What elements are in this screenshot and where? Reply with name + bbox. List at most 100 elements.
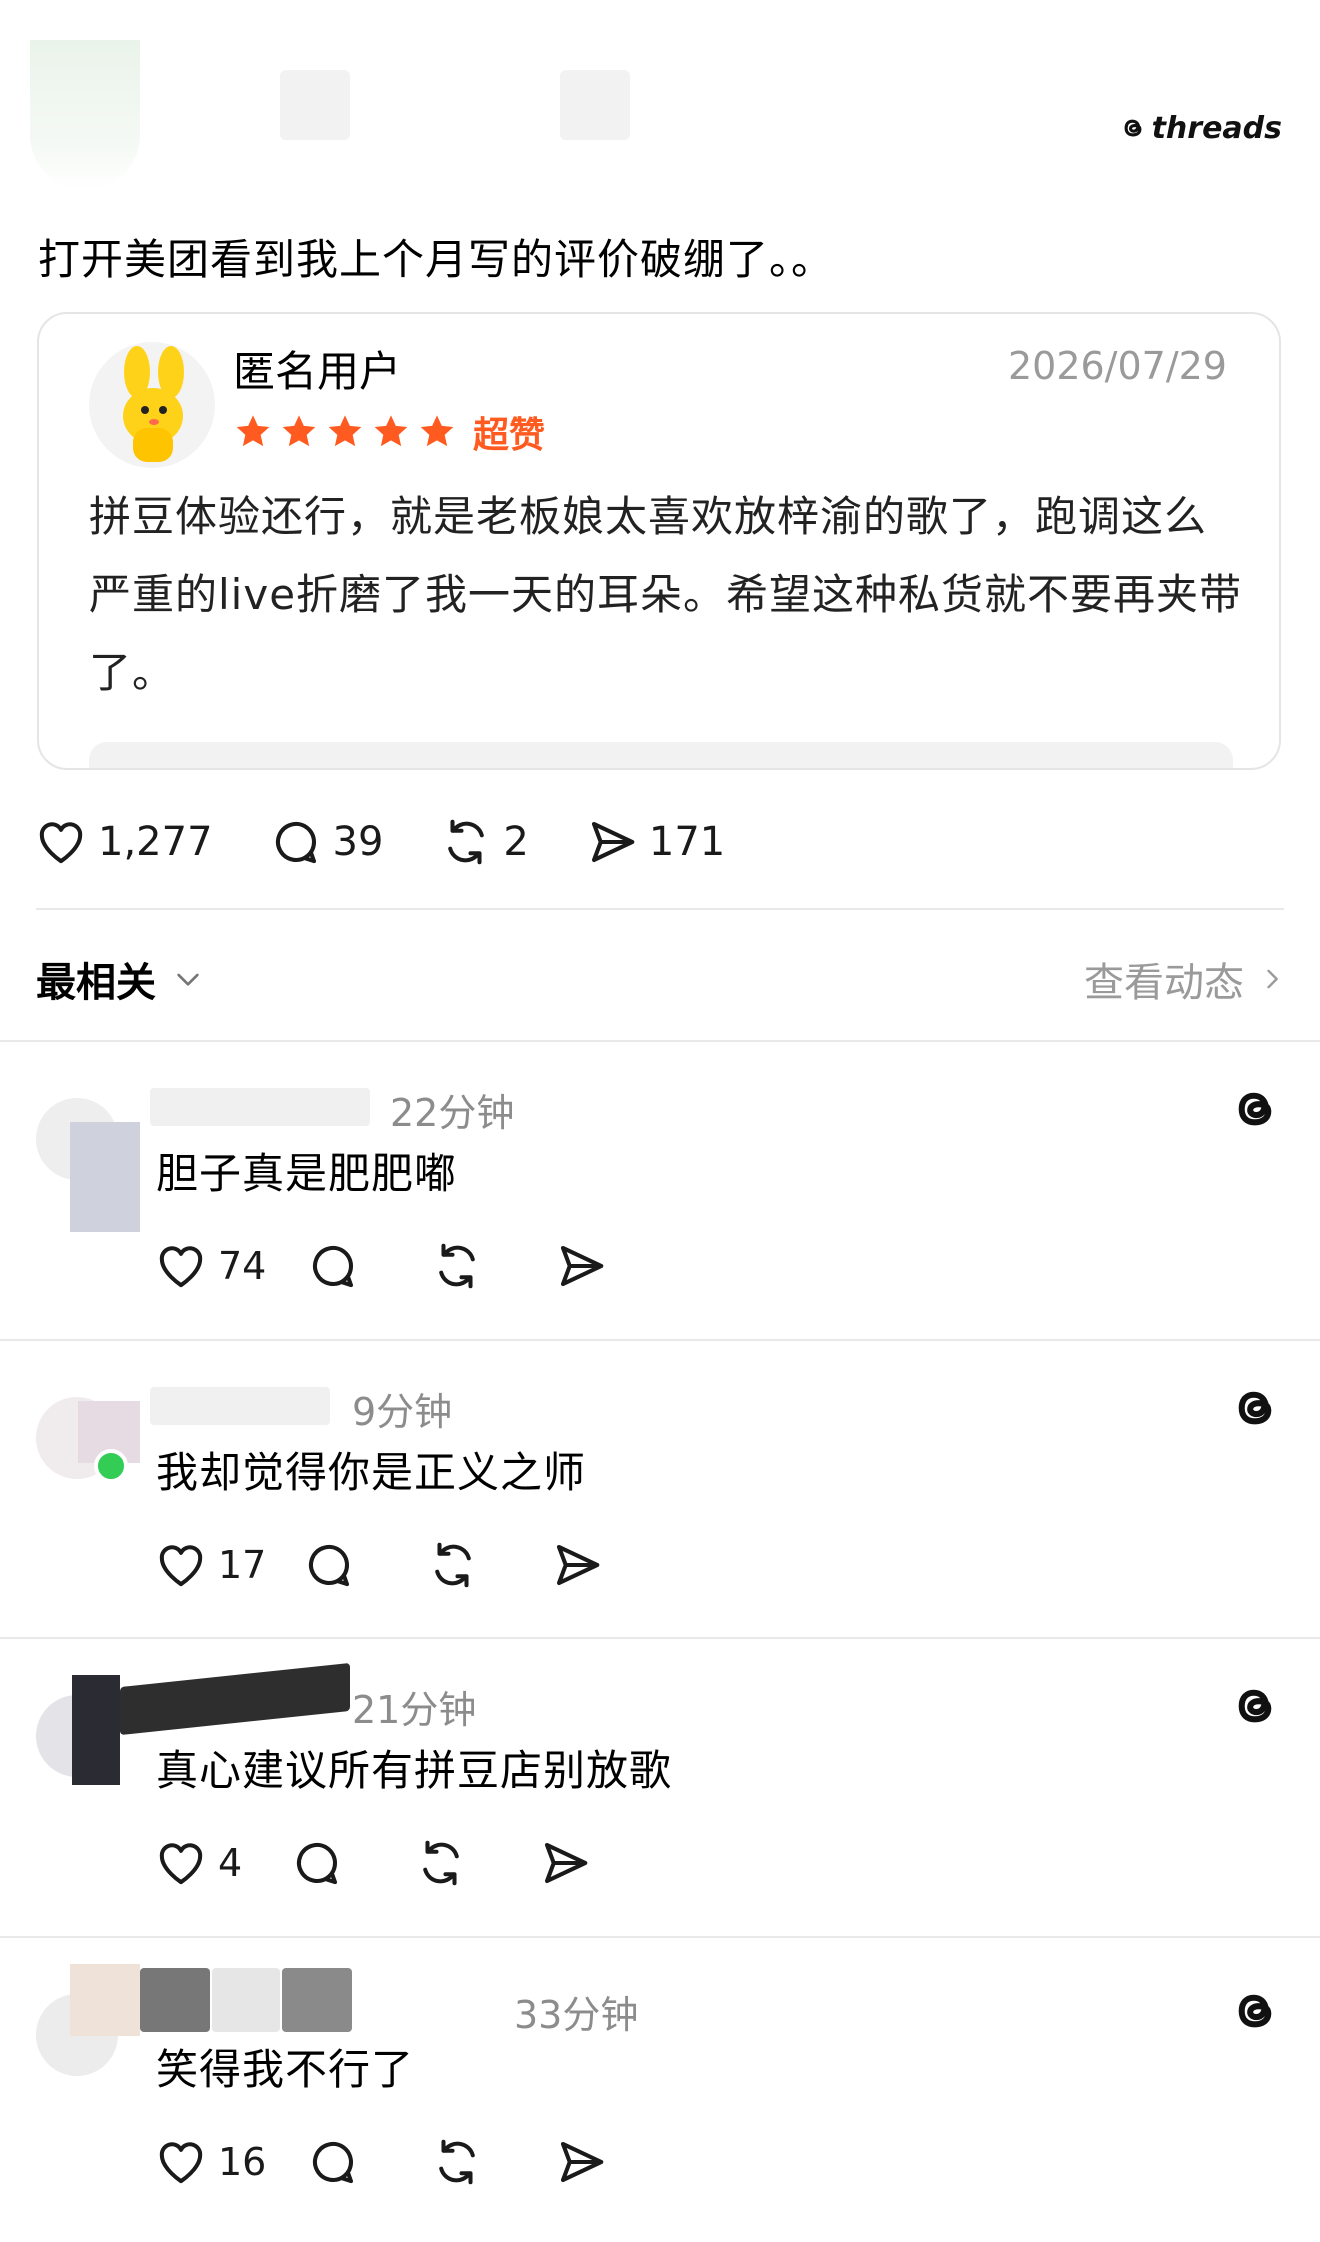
reply-button[interactable] (306, 1239, 360, 1293)
repost-button[interactable]: 2 (439, 815, 529, 869)
comment-time: 9分钟 (352, 1390, 453, 1434)
blurred-username (212, 1968, 280, 2032)
like-count: 74 (218, 1244, 267, 1288)
repost-button[interactable] (430, 2135, 484, 2189)
repost-count: 2 (503, 819, 529, 865)
comment-text: 笑得我不行了 (156, 2045, 415, 2094)
comment-item[interactable]: 22分钟 胆子真是肥肥嘟 74 (0, 1040, 1320, 1338)
reply-button[interactable] (290, 1836, 344, 1890)
author-avatar[interactable] (30, 40, 140, 190)
comment-time: 33分钟 (514, 1993, 639, 2037)
review-body: 拼豆体验还行，就是老板娘太喜欢放梓渝的歌了，跑调这么严重的live折磨了我一天的… (89, 492, 1243, 697)
comment-action-bar: 74 (154, 1236, 608, 1296)
blurred-username (150, 1387, 330, 1425)
comment-bubble-icon (309, 1544, 350, 1587)
heart-icon (159, 2142, 203, 2184)
post-action-bar: 1,277 39 2 171 (34, 812, 781, 872)
like-count: 16 (218, 2140, 267, 2184)
like-button[interactable]: 74 (154, 1239, 266, 1293)
comment-bubble-icon (313, 1245, 354, 1288)
comment-text: 真心建议所有拼豆店别放歌 (156, 1746, 673, 1795)
comment-time: 21分钟 (352, 1688, 477, 1732)
repost-button[interactable] (426, 1538, 480, 1592)
blurred-username (282, 1968, 352, 2032)
comment-item[interactable]: 9分钟 我却觉得你是正义之师 17 (0, 1339, 1320, 1637)
threads-watermark: threads (1118, 108, 1282, 148)
threads-logo-icon (1124, 119, 1142, 137)
heart-icon (159, 1843, 203, 1885)
like-button[interactable]: 17 (154, 1538, 266, 1592)
star-icon (282, 415, 316, 447)
heart-icon (159, 1545, 203, 1587)
comment-bubble-icon (275, 821, 316, 864)
view-activity-link[interactable]: 查看动态 (1084, 950, 1286, 1008)
comment-button[interactable]: 39 (269, 815, 384, 869)
blurred-username (120, 1662, 350, 1736)
share-button[interactable] (538, 1836, 592, 1890)
send-icon (561, 2141, 604, 2183)
blurred-name (280, 70, 350, 140)
comment-item[interactable]: 21分钟 真心建议所有拼豆店别放歌 4 (0, 1637, 1320, 1935)
blurred-avatar (70, 1964, 140, 2036)
review-card-footer (89, 742, 1233, 768)
comment-bubble-icon (313, 2141, 354, 2184)
repost-icon (439, 2139, 476, 2185)
blurred-avatar (72, 1675, 120, 1785)
blurred-avatar (70, 1122, 140, 1232)
divider (36, 908, 1284, 910)
threads-logo-icon[interactable] (1226, 1677, 1284, 1735)
share-button[interactable] (550, 1538, 604, 1592)
chevron-down-icon (177, 973, 199, 986)
send-icon (545, 1842, 588, 1884)
like-button[interactable]: 1,277 (34, 815, 213, 869)
threads-logo-icon[interactable] (1226, 1080, 1284, 1138)
send-icon (561, 1245, 604, 1287)
threads-logo-icon[interactable] (1226, 1982, 1284, 2040)
like-count: 4 (218, 1841, 243, 1885)
repost-icon (435, 1542, 472, 1588)
star-icon (328, 415, 362, 447)
repost-icon (448, 819, 485, 865)
comment-text: 胆子真是肥肥嘟 (156, 1149, 458, 1198)
comment-time: 22分钟 (390, 1091, 515, 1135)
reply-button[interactable] (302, 1538, 356, 1592)
repost-button[interactable] (414, 1836, 468, 1890)
repost-button[interactable] (430, 1239, 484, 1293)
comment-action-bar: 4 (154, 1833, 592, 1893)
comment-count: 39 (332, 819, 384, 865)
blurred-username (140, 1968, 210, 2032)
share-count: 171 (648, 819, 726, 865)
comment-action-bar: 16 (154, 2132, 608, 2192)
heart-icon (39, 822, 83, 864)
comment-item[interactable]: 33分钟 笑得我不行了 16 (0, 1936, 1320, 2234)
reply-button[interactable] (306, 2135, 360, 2189)
comment-bubble-icon (297, 1842, 338, 1885)
online-status-dot (94, 1449, 128, 1483)
blurred-name (560, 70, 630, 140)
like-button[interactable]: 4 (154, 1836, 242, 1890)
threads-logo-icon[interactable] (1226, 1379, 1284, 1437)
post-text: 打开美团看到我上个月写的评价破绷了。。 (38, 235, 835, 284)
share-button[interactable]: 171 (585, 815, 725, 869)
bunny-mascot-icon (123, 346, 184, 462)
sort-dropdown[interactable]: 最相关 (36, 950, 204, 1008)
like-button[interactable]: 16 (154, 2135, 266, 2189)
review-card[interactable]: 匿名用户 2026/07/29 超赞 拼豆体验还行，就是老板娘太喜欢放梓渝的歌了… (37, 312, 1281, 770)
share-button[interactable] (554, 2135, 608, 2189)
star-icon (236, 415, 270, 447)
reviewer-avatar (89, 342, 215, 468)
star-icon (374, 415, 408, 447)
send-icon (557, 1544, 600, 1586)
chevron-right-icon (1267, 969, 1278, 989)
share-button[interactable] (554, 1239, 608, 1293)
reviewer-name: 匿名用户 (233, 347, 402, 396)
rating-label: 超赞 (473, 415, 546, 456)
review-date: 2026/07/29 (1007, 344, 1227, 388)
comment-action-bar: 17 (154, 1535, 604, 1595)
like-count: 17 (218, 1543, 267, 1587)
repost-icon (423, 1840, 459, 1886)
rating-stars: 超赞 (233, 406, 545, 458)
brand-name: threads (1151, 110, 1282, 146)
star-icon (420, 415, 454, 447)
send-icon (591, 821, 635, 863)
